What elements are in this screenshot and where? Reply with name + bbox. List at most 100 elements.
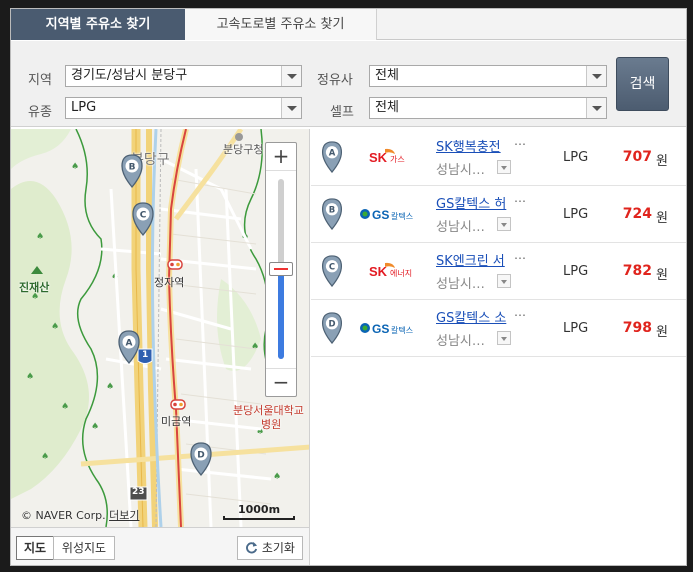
zoom-out-button[interactable]: −: [266, 368, 296, 396]
brand-logo-sub: 칼텍스: [391, 211, 413, 221]
svg-text:♠: ♠: [51, 322, 59, 332]
satellite-mode-button[interactable]: 위성지도: [53, 536, 115, 560]
station-price: 724: [622, 206, 652, 222]
station-price-unit: 원: [656, 268, 668, 283]
map-scale-bar: 1000m: [223, 503, 295, 520]
svg-text:♠: ♠: [71, 162, 79, 172]
map-scale-line: [223, 516, 295, 520]
map-label-jinjaesan: 진재산: [19, 281, 50, 294]
svg-text:♠: ♠: [273, 472, 281, 482]
map-label-bundang-gu: 분당구: [131, 152, 170, 168]
station-name-more: …: [514, 134, 526, 148]
station-name-link[interactable]: GS칼텍스 허: [436, 193, 506, 212]
chevron-down-icon: [281, 98, 301, 118]
location-expand-button[interactable]: [497, 331, 511, 345]
station-row-d[interactable]: D GS 칼텍스 GS칼텍스 소 … 성남시… LPG 798 원: [311, 300, 686, 357]
svg-text:♠: ♠: [36, 232, 44, 242]
station-fuel-type: LPG: [563, 207, 589, 222]
copyright-text: © NAVER Corp.: [21, 509, 106, 522]
map-copyright: © NAVER Corp. 더보기: [21, 507, 139, 523]
station-marker-letter: B: [329, 205, 335, 215]
chevron-down-icon: [586, 98, 606, 118]
station-row-b[interactable]: B GS 칼텍스 GS칼텍스 허 … 성남시… LPG 724 원: [311, 186, 686, 243]
brand-logo-sub: 칼텍스: [391, 325, 413, 335]
svg-text:♠: ♠: [26, 372, 34, 382]
brand-select[interactable]: 전체: [369, 65, 607, 87]
station-location: 성남시…: [436, 220, 485, 235]
brand-select-value: 전체: [375, 68, 399, 83]
station-name-link[interactable]: GS칼텍스 소: [436, 307, 506, 326]
self-service-select[interactable]: 전체: [369, 97, 607, 119]
station-location: 성남시…: [436, 334, 485, 349]
station-name-link[interactable]: SK엔크린 서: [436, 250, 505, 269]
self-service-label: 셀프: [330, 105, 354, 120]
map-toolbar: 지도 위성지도 초기화: [11, 527, 310, 565]
brand-logo-main: GS: [372, 322, 389, 336]
station-name-more: …: [514, 191, 526, 205]
station-price-unit: 원: [656, 154, 668, 169]
station-price: 707: [622, 149, 652, 165]
station-price: 782: [622, 263, 652, 279]
zoom-in-button[interactable]: +: [266, 143, 296, 171]
station-marker-letter: A: [329, 148, 336, 158]
brand-logo-main: SK: [369, 150, 388, 165]
station-row-c[interactable]: C SK 에너지 SK엔크린 서 … 성남시… LPG 782 원: [311, 243, 686, 300]
tab-bar: 지역별 주유소 찾기 고속도로별 주유소 찾기: [11, 9, 686, 40]
brand-logo: SK 가스: [359, 147, 425, 167]
tab-highway-search[interactable]: 고속도로별 주유소 찾기: [185, 9, 377, 40]
station-row-a[interactable]: A SK 가스 SK행복충전 … 성남시… LPG 707 원: [311, 129, 686, 186]
map-view[interactable]: ♠♠♠ ♠♠♠ ♠♠♠ ♠♠♠ ♠♠♠: [11, 129, 310, 527]
zoom-control: + −: [265, 142, 297, 397]
map-label-bundang-gu-office: 분당구청: [223, 143, 264, 156]
location-expand-button[interactable]: [497, 274, 511, 288]
map-label-jeongja-station: 정자역: [154, 276, 185, 289]
station-marker-icon: D: [321, 312, 343, 344]
self-service-select-value: 전체: [375, 100, 399, 115]
station-marker-icon: C: [321, 255, 343, 287]
zoom-slider-handle[interactable]: [269, 262, 293, 276]
gas-station-finder: 지역별 주유소 찾기 고속도로별 주유소 찾기 지역 경기도/성남시 분당구 유…: [10, 8, 687, 566]
map-label-hospital-line2: 병원: [261, 418, 282, 431]
location-expand-button[interactable]: [497, 217, 511, 231]
svg-text:♠: ♠: [106, 382, 114, 392]
station-price-unit: 원: [656, 211, 668, 226]
search-button[interactable]: 검색: [616, 57, 669, 111]
station-name-more: …: [514, 248, 526, 262]
brand-logo-main: SK: [369, 264, 388, 279]
station-marker-icon: A: [321, 141, 343, 173]
fuel-type-label: 유종: [28, 105, 52, 120]
brand-logo-sub: 에너지: [390, 268, 412, 278]
search-form: 지역 경기도/성남시 분당구 유종 LPG 정유사 전체 셀프 전체 검색: [11, 41, 686, 127]
station-price: 798: [622, 320, 652, 336]
svg-text:♠: ♠: [41, 452, 49, 462]
region-label: 지역: [28, 73, 52, 88]
svg-text:♠: ♠: [251, 342, 259, 352]
more-info-link[interactable]: 더보기: [109, 509, 139, 522]
station-price-unit: 원: [656, 325, 668, 340]
chevron-down-icon: [281, 66, 301, 86]
station-fuel-type: LPG: [563, 321, 589, 336]
fuel-type-select[interactable]: LPG: [65, 97, 302, 119]
station-fuel-type: LPG: [563, 264, 589, 279]
reset-map-label: 초기화: [261, 541, 295, 555]
station-location: 성남시…: [436, 163, 485, 178]
station-location: 성남시…: [436, 277, 485, 292]
route-shield-1: 1: [142, 350, 149, 360]
svg-text:♠: ♠: [91, 422, 99, 432]
station-results-list: A SK 가스 SK행복충전 … 성남시… LPG 707 원 B GS 칼텍스 G…: [311, 129, 686, 565]
station-name-more: …: [514, 305, 526, 319]
region-select[interactable]: 경기도/성남시 분당구: [65, 65, 302, 87]
brand-logo-sub: 가스: [390, 155, 405, 164]
region-select-value: 경기도/성남시 분당구: [71, 68, 188, 83]
tab-region-search[interactable]: 지역별 주유소 찾기: [11, 9, 185, 40]
svg-text:♠: ♠: [61, 402, 69, 412]
location-expand-button[interactable]: [497, 160, 511, 174]
map-mode-button[interactable]: 지도: [16, 536, 54, 560]
station-name-link[interactable]: SK행복충전: [436, 136, 501, 155]
map-label-migeum-station: 미금역: [161, 415, 192, 428]
zoom-slider-fill: [278, 269, 284, 359]
station-fuel-type: LPG: [563, 150, 589, 165]
brand-logo: GS 칼텍스: [359, 204, 425, 224]
reset-map-button[interactable]: 초기화: [237, 536, 303, 560]
station-marker-icon: B: [321, 198, 343, 230]
